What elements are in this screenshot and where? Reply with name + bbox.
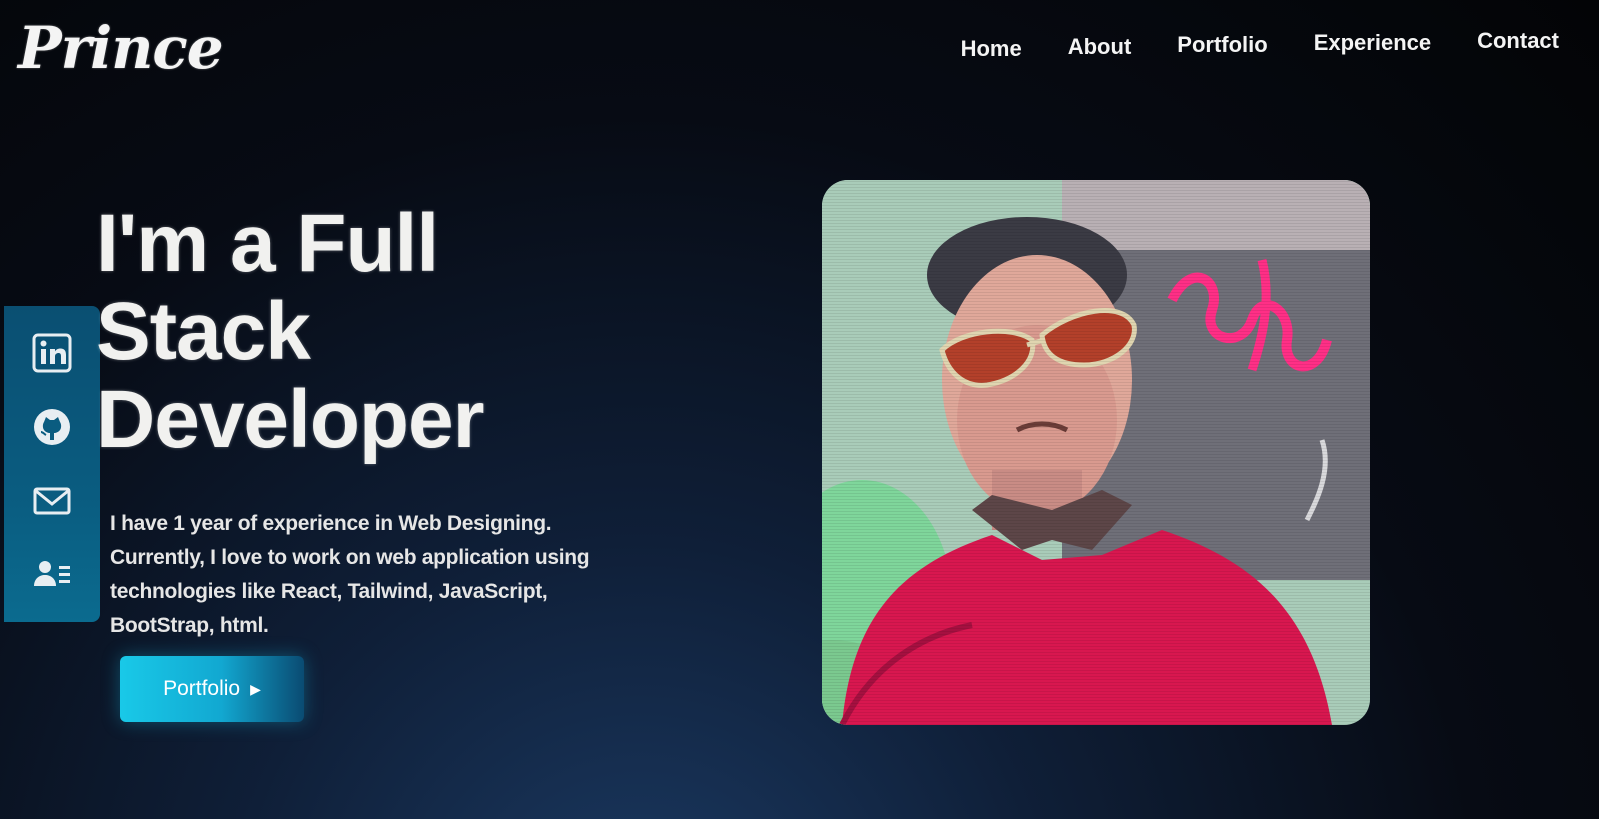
mail-icon[interactable] <box>29 478 75 524</box>
play-icon: ▶ <box>250 680 261 697</box>
nav-experience[interactable]: Experience <box>1314 30 1431 62</box>
social-sidebar <box>4 306 100 622</box>
hero-title: I'm a Full Stack Developer <box>96 198 485 465</box>
page: Prince Home About Portfolio Experience C… <box>0 0 1599 819</box>
nav-about[interactable]: About <box>1068 34 1132 62</box>
contact-card-icon[interactable] <box>29 552 75 598</box>
github-icon[interactable] <box>29 404 75 450</box>
nav-contact[interactable]: Contact <box>1477 28 1559 62</box>
nav-home[interactable]: Home <box>961 36 1022 62</box>
linkedin-icon[interactable] <box>29 330 75 376</box>
hero-description: I have 1 year of experience in Web Desig… <box>110 512 590 637</box>
portfolio-button[interactable]: Portfolio ▶ <box>120 656 304 722</box>
hero-title-line-2: Stack <box>96 286 311 377</box>
portfolio-button-label: Portfolio <box>163 677 241 700</box>
profile-photo <box>822 180 1370 725</box>
hero-title-line-1: I'm a Full <box>96 198 439 289</box>
nav-portfolio[interactable]: Portfolio <box>1177 32 1267 62</box>
brand-logo[interactable]: Prince <box>18 14 224 82</box>
hero-title-line-3: Developer <box>96 374 485 465</box>
main-nav: Home About Portfolio Experience Contact <box>961 28 1559 62</box>
